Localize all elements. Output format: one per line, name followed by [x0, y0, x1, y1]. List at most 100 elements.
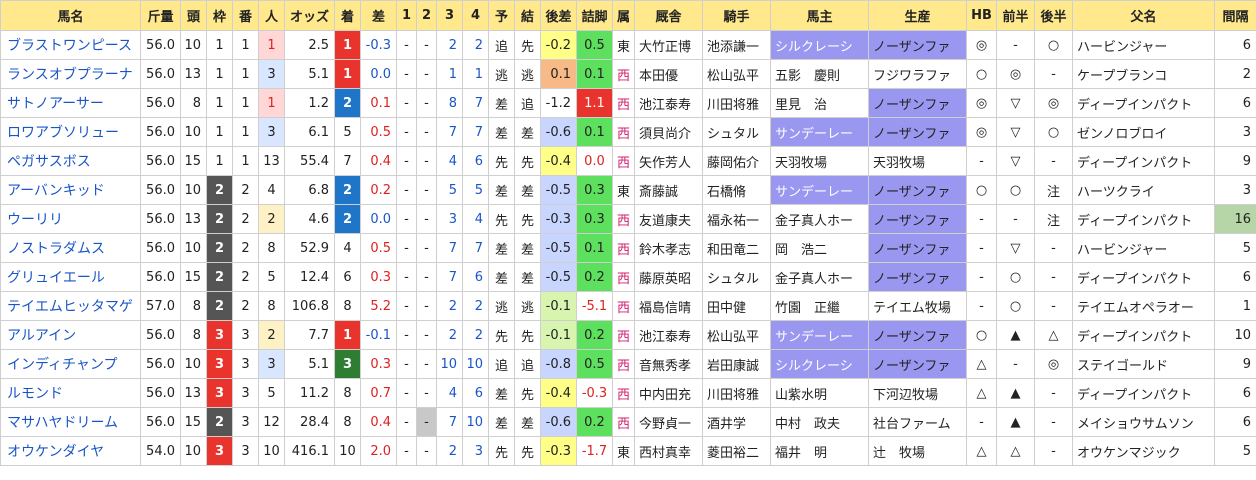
table-row[interactable]: インディチャンプ 56.0 10 3 3 3 5.1 3 0.3- -10 10 追追 -0.8 0.5 西…	[0, 349, 1256, 379]
table-row[interactable]: アルアイン 56.0 8 3 3 2 7.7 1 -0.1- -2 2 先先 -0.1 0.2 西池江泰寿松…	[0, 320, 1256, 350]
cell-name[interactable]: マサハヤドリーム	[0, 407, 141, 437]
cell-gosa: -0.6	[540, 407, 577, 437]
table-row[interactable]: ノストラダムス 56.0 10 2 2 8 52.9 4 0.5- -7 7 差差 -0.5 0.1 西鈴木…	[0, 233, 1256, 263]
cell-name[interactable]: インディチャンプ	[0, 349, 141, 379]
cell-pop: 3	[258, 59, 285, 89]
column-header[interactable]: 着	[334, 0, 361, 31]
cell-name[interactable]: アルアイン	[0, 320, 141, 350]
column-header[interactable]: 厩舎	[634, 0, 703, 31]
column-header[interactable]: 馬主	[770, 0, 869, 31]
cell-tsume: 0.5	[576, 30, 613, 60]
column-header[interactable]: 詰脚	[576, 0, 613, 31]
cell-zen: ○	[996, 175, 1035, 205]
table-row[interactable]: ペガサスボス 56.0 15 1 1 13 55.4 7 0.4- -4 6 先先 -0.4 0.0 西矢作…	[0, 146, 1256, 176]
cell-owner: シルクレーシ	[770, 349, 869, 379]
column-header[interactable]: 斤量	[140, 0, 181, 31]
cell-name[interactable]: ランスオブプラーナ	[0, 59, 141, 89]
cell-farm: 辻 牧場	[868, 436, 967, 466]
cell-name[interactable]: サトノアーサー	[0, 88, 141, 118]
cell-name[interactable]: グリュイエール	[0, 262, 141, 292]
column-header[interactable]: 2	[416, 0, 437, 31]
column-header[interactable]: オッズ	[284, 0, 335, 31]
column-header[interactable]: 1	[396, 0, 417, 31]
column-header[interactable]: 父名	[1072, 0, 1215, 31]
column-header[interactable]: 間隔	[1214, 0, 1256, 31]
cell-p3: 4	[436, 378, 463, 408]
cell-ban: 1	[232, 59, 259, 89]
table-row[interactable]: マサハヤドリーム 56.0 15 2 3 12 28.4 8 0.4- -7 10 差差 -0.6 0.2…	[0, 407, 1256, 437]
table-row[interactable]: ウーリリ 56.0 13 2 2 2 4.6 2 0.0- -3 4 先先 -0.3 0.3 西友道康夫 福永…	[0, 204, 1256, 234]
cell-p2: -	[416, 436, 437, 466]
column-header[interactable]: 番	[232, 0, 259, 31]
cell-p3: 10	[436, 349, 463, 379]
cell-pop: 2	[258, 204, 285, 234]
cell-name[interactable]: テイエムヒッタマゲ	[0, 291, 141, 321]
cell-kankaku: 6	[1214, 30, 1256, 60]
cell-to: 10	[180, 30, 207, 60]
cell-kyusha: 今野貞一	[634, 407, 703, 437]
cell-zen: ▲	[996, 378, 1035, 408]
cell-waku: 3	[206, 378, 233, 408]
cell-name[interactable]: アーバンキッド	[0, 175, 141, 205]
table-row[interactable]: テイエムヒッタマゲ 57.0 8 2 2 8 106.8 8 5.2- -2 2 逃逃 -0.1 -5.1…	[0, 291, 1256, 321]
cell-farm: ノーザンファ	[868, 117, 967, 147]
column-header[interactable]: 前半	[996, 0, 1035, 31]
cell-kin: 56.0	[140, 320, 181, 350]
column-header[interactable]: 4	[462, 0, 489, 31]
cell-name[interactable]: ルモンド	[0, 378, 141, 408]
column-header[interactable]: 馬名	[0, 0, 141, 31]
table-row[interactable]: グリュイエール 56.0 15 2 2 5 12.4 6 0.3- -7 6 差差 -0.5 0.2 西藤原…	[0, 262, 1256, 292]
cell-odds: 28.4	[284, 407, 335, 437]
column-header[interactable]: 差	[360, 0, 397, 31]
table-row[interactable]: ランスオブプラーナ 56.0 13 1 1 3 5.1 1 0.0- -1 1 逃逃 0.1 0.1 西本田…	[0, 59, 1256, 89]
cell-yo: 先	[488, 320, 515, 350]
column-header[interactable]: 頭	[180, 0, 207, 31]
table-row[interactable]: アーバンキッド 56.0 10 2 2 4 6.8 2 0.2- -5 5 差差 -0.5 0.3 東斎藤誠…	[0, 175, 1256, 205]
table-row[interactable]: ルモンド 56.0 13 3 3 5 11.2 8 0.7- -4 6 差先 -0.4 -0.3 西中内田充…	[0, 378, 1256, 408]
cell-kyusha: 友道康夫	[634, 204, 703, 234]
cell-gosa: -0.3	[540, 436, 577, 466]
cell-kankaku: 3	[1214, 117, 1256, 147]
cell-kyusha: 斎藤誠	[634, 175, 703, 205]
column-header[interactable]: 予	[488, 0, 515, 31]
column-header[interactable]: 属	[612, 0, 635, 31]
table-row[interactable]: サトノアーサー 56.0 8 1 1 1 1.2 2 0.1- -8 7 差追 -1.2 1.1 西池江泰寿…	[0, 88, 1256, 118]
column-header[interactable]: 後差	[540, 0, 577, 31]
cell-name[interactable]: ロワアブソリュー	[0, 117, 141, 147]
cell-zen: △	[996, 436, 1035, 466]
column-header[interactable]: HB	[966, 0, 997, 31]
cell-name[interactable]: ブラストワンピース	[0, 30, 141, 60]
table-row[interactable]: オウケンダイヤ 54.0 10 3 3 10 416.1 10 2.0- -2 3 先先 -0.3 -1.…	[0, 436, 1256, 466]
cell-hb: -	[966, 233, 997, 263]
column-header[interactable]: 3	[436, 0, 463, 31]
cell-name[interactable]: ペガサスボス	[0, 146, 141, 176]
cell-owner: 岡 浩二	[770, 233, 869, 263]
column-header[interactable]: 生産	[868, 0, 967, 31]
column-header[interactable]: 人	[258, 0, 285, 31]
cell-p4: 6	[462, 378, 489, 408]
cell-kou: -	[1034, 262, 1073, 292]
table-row[interactable]: ブラストワンピース 56.0 10 1 1 1 2.5 1 -0.3- -2 2 追先 -0.2 0.5 東…	[0, 30, 1256, 60]
cell-p1: -	[396, 349, 417, 379]
cell-sa: 0.0	[360, 204, 397, 234]
cell-owner: 福井 明	[770, 436, 869, 466]
cell-gosa: -0.3	[540, 204, 577, 234]
column-header[interactable]: 後半	[1034, 0, 1073, 31]
column-header[interactable]: 騎手	[702, 0, 771, 31]
cell-kankaku: 9	[1214, 146, 1256, 176]
cell-gosa: -0.8	[540, 349, 577, 379]
column-header[interactable]: 枠	[206, 0, 233, 31]
cell-name[interactable]: ウーリリ	[0, 204, 141, 234]
cell-name[interactable]: ノストラダムス	[0, 233, 141, 263]
cell-yo: 差	[488, 262, 515, 292]
cell-kou: -	[1034, 291, 1073, 321]
cell-hb: -	[966, 291, 997, 321]
cell-name[interactable]: オウケンダイヤ	[0, 436, 141, 466]
cell-owner: サンデーレー	[770, 175, 869, 205]
cell-chaku: 7	[334, 146, 361, 176]
cell-to: 10	[180, 436, 207, 466]
table-row[interactable]: ロワアブソリュー 56.0 10 1 1 3 6.1 5 0.5- -7 7 差差 -0.6 0.1 西須貝…	[0, 117, 1256, 147]
column-header[interactable]: 結	[514, 0, 541, 31]
cell-kou: -	[1034, 233, 1073, 263]
cell-hb: ◎	[966, 117, 997, 147]
